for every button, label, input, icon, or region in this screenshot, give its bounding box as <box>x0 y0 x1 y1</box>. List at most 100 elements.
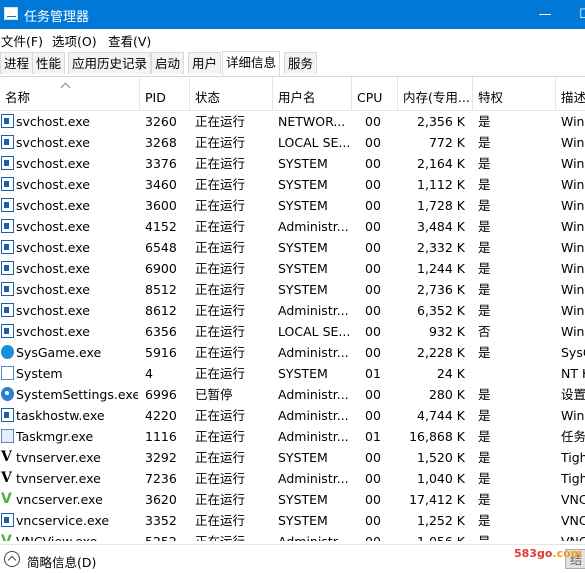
table-row[interactable]: tvnserver.exe 3292 正在运行 SYSTEM 00 1,520 K 是 Tig… <box>0 447 585 468</box>
column-header-description[interactable]: 描述 <box>555 77 585 110</box>
column-header-status[interactable]: 状态 <box>189 77 272 110</box>
table-row[interactable]: svchost.exe 8512 正在运行 SYSTEM 00 2,736 K 是 Wind <box>0 279 585 300</box>
column-header-cpu[interactable]: CPU <box>351 77 397 110</box>
cell-status: 正在运行 <box>195 408 246 423</box>
tab-app-history[interactable]: 应用历史记录 <box>68 52 152 74</box>
menu-view[interactable]: 查看(V) <box>108 31 151 50</box>
tab-services[interactable]: 服务 <box>284 52 318 74</box>
cell-status: 正在运行 <box>195 240 246 255</box>
table-row[interactable]: taskhostw.exe 4220 正在运行 Administr... 00 4,744… <box>0 405 585 426</box>
cell-mem: 280 K <box>428 387 465 402</box>
table-row[interactable]: tvnserver.exe 7236 正在运行 Administr... 00 1,040… <box>0 468 585 489</box>
menu-options[interactable]: 选项(O) <box>52 31 97 50</box>
window-title: 任务管理器 <box>24 10 90 25</box>
table-row[interactable]: svchost.exe 6900 正在运行 SYSTEM 00 1,244 K 是 Wind <box>0 258 585 279</box>
tab-startup[interactable]: 启动 <box>151 52 185 74</box>
cell-name: tvnserver.exe <box>16 450 101 465</box>
cell-cpu: 00 <box>365 114 381 129</box>
cell-user: Administr... <box>278 471 349 486</box>
table-row[interactable]: Taskmgr.exe 1116 正在运行 Administr... 01 16,868 … <box>0 426 585 447</box>
site-watermark: 583go.com <box>514 547 582 560</box>
cell-name: svchost.exe <box>16 219 90 234</box>
column-header-memory[interactable]: 内存(专用... <box>397 77 472 110</box>
table-row[interactable]: VNCView.exe 5252 正在运行 Administr... 001,056 K… <box>0 531 585 541</box>
column-header-username[interactable]: 用户名 <box>272 77 351 110</box>
cell-status: 正在运行 <box>195 450 246 465</box>
cell-cpu: 00 <box>365 219 381 234</box>
cell-status: 正在运行 <box>195 156 246 171</box>
brief-info-link[interactable]: 简略信息(D) <box>27 552 96 571</box>
cell-user: LOCAL SE... <box>278 324 350 339</box>
collapse-arrow-icon[interactable] <box>4 551 20 567</box>
cell-status: 正在运行 <box>195 177 246 192</box>
system-icon <box>1 366 14 380</box>
service-icon <box>1 408 14 422</box>
cell-name: vncserver.exe <box>16 492 103 507</box>
cell-name: svchost.exe <box>16 261 90 276</box>
cell-user: Administr... <box>278 345 349 360</box>
cell-status: 正在运行 <box>195 324 246 339</box>
table-row[interactable]: svchost.exe 3460 正在运行 SYSTEM 00 1,112 K 是 Wind <box>0 174 585 195</box>
service-icon <box>1 177 14 191</box>
table-row[interactable]: svchost.exe 3600 正在运行 SYSTEM 00 1,728 K 是 Wind <box>0 195 585 216</box>
table-row[interactable]: svchost.exe 3268 正在运行 LOCAL SE... 00 772 K 是 Wi… <box>0 132 585 153</box>
menu-file[interactable]: 文件(F) <box>1 31 43 50</box>
cell-cpu: 00 <box>365 387 381 402</box>
table-row[interactable]: svchost.exe 3376 正在运行 SYSTEM 00 2,164 K 是 Wind <box>0 153 585 174</box>
cell-status: 正在运行 <box>195 492 246 507</box>
table-row[interactable]: svchost.exe 8612 正在运行 Administr... 00 6,352 K… <box>0 300 585 321</box>
cell-status: 正在运行 <box>195 135 246 150</box>
cell-status: 正在运行 <box>195 303 246 318</box>
cell-priv: 是 <box>478 471 491 486</box>
cell-name: System <box>16 366 63 381</box>
minimize-button[interactable]: — <box>525 0 565 29</box>
tightvnc-icon <box>1 468 14 489</box>
cell-user: SYSTEM <box>278 366 328 381</box>
cell-priv: 是 <box>478 531 508 541</box>
cell-mem: 1,112 K <box>417 177 465 192</box>
table-row[interactable]: SysGame.exe 5916 正在运行 Administr... 00 2,228 K… <box>0 342 585 363</box>
table-row[interactable]: vncservice.exe 3352 正在运行 SYSTEM 00 1,252 K 是 VN… <box>0 510 585 531</box>
column-header-pid[interactable]: PID <box>139 77 189 110</box>
watermark-text: 583go <box>514 547 553 560</box>
cell-priv: 是 <box>478 261 491 276</box>
cell-mem: 2,356 K <box>417 114 465 129</box>
column-header-elevated[interactable]: 特权 <box>472 77 555 110</box>
table-row[interactable]: SystemSettings.exe 6996 已暂停 Administr... 00 2… <box>0 384 585 405</box>
table-row[interactable]: vncserver.exe 3620 正在运行 SYSTEM 00 17,412 K 是 VN… <box>0 489 585 510</box>
table-row[interactable]: svchost.exe 6356 正在运行 LOCAL SE... 00 932 K 否 Wi… <box>0 321 585 342</box>
watermark-suffix: .com <box>552 547 583 560</box>
cell-cpu: 00 <box>365 531 395 541</box>
tab-processes[interactable]: 进程 <box>0 52 34 74</box>
cell-status: 正在运行 <box>195 114 246 129</box>
column-header-name[interactable]: 名称 <box>0 77 139 110</box>
cell-pid: 4152 <box>145 219 177 234</box>
cell-status: 正在运行 <box>195 513 246 528</box>
maximize-button[interactable]: ☐ <box>565 0 585 29</box>
cell-mem: 2,228 K <box>417 345 465 360</box>
cell-name: tvnserver.exe <box>16 471 101 486</box>
table-row[interactable]: System 4 正在运行 SYSTEM 01 24 K NT K <box>0 363 585 384</box>
cell-mem: 2,736 K <box>417 282 465 297</box>
tab-bar: 进程 性能 应用历史记录 启动 用户 详细信息 服务 <box>0 51 585 77</box>
cell-name: svchost.exe <box>16 198 90 213</box>
cell-mem: 1,040 K <box>417 471 465 486</box>
cell-desc: VNC <box>561 492 585 507</box>
cell-cpu: 00 <box>365 471 381 486</box>
tab-performance[interactable]: 性能 <box>32 52 66 74</box>
cell-user: Administr... <box>278 303 349 318</box>
cell-status: 正在运行 <box>195 345 246 360</box>
table-row[interactable]: svchost.exe 3260 正在运行 NETWOR... 00 2,356 K 是 Wi… <box>0 111 585 132</box>
table-row[interactable]: svchost.exe 6548 正在运行 SYSTEM 00 2,332 K 是 Wind <box>0 237 585 258</box>
cell-desc: Wind <box>561 408 585 423</box>
tab-users[interactable]: 用户 <box>188 52 222 74</box>
cell-status: 正在运行 <box>195 471 246 486</box>
cell-priv: 是 <box>478 240 491 255</box>
tightvnc-icon <box>1 447 14 468</box>
cell-status: 已暂停 <box>195 387 233 402</box>
vnc-icon <box>1 531 14 541</box>
cell-cpu: 00 <box>365 156 381 171</box>
table-row[interactable]: svchost.exe 4152 正在运行 Administr... 00 3,484 K… <box>0 216 585 237</box>
tab-details[interactable]: 详细信息 <box>222 51 281 76</box>
cell-cpu: 00 <box>365 240 381 255</box>
